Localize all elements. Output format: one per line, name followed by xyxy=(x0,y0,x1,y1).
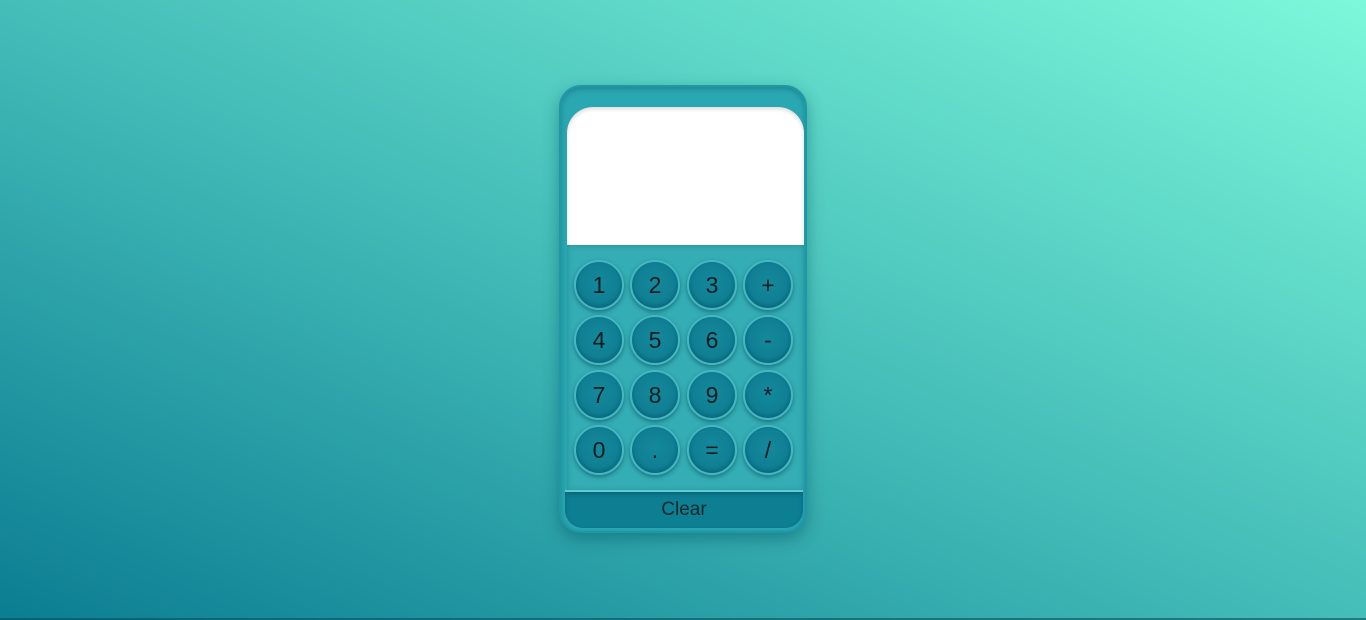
key-plus[interactable]: + xyxy=(743,260,793,310)
key-3[interactable]: 3 xyxy=(687,260,737,310)
key-1[interactable]: 1 xyxy=(574,260,624,310)
key-divide[interactable]: / xyxy=(743,425,793,475)
key-0[interactable]: 0 xyxy=(574,425,624,475)
keypad: 1 2 3 +4 5 6- 7 8 9 * 0. = / xyxy=(567,245,804,491)
key-multiply[interactable]: * xyxy=(743,370,793,420)
key-7[interactable]: 7 xyxy=(574,370,624,420)
calculator: 1 2 3 +4 5 6- 7 8 9 * 0. = / Clear xyxy=(559,85,807,533)
key-8[interactable]: 8 xyxy=(630,370,680,420)
key-5[interactable]: 5 xyxy=(630,315,680,365)
key-minus[interactable]: - xyxy=(743,315,793,365)
key-2[interactable]: 2 xyxy=(630,260,680,310)
key-4[interactable]: 4 xyxy=(574,315,624,365)
key-6[interactable]: 6 xyxy=(687,315,737,365)
calculator-display xyxy=(567,107,804,245)
clear-button[interactable]: Clear xyxy=(565,490,803,528)
key-9[interactable]: 9 xyxy=(687,370,737,420)
key-decimal[interactable]: . xyxy=(630,425,680,475)
key-equals[interactable]: = xyxy=(687,425,737,475)
